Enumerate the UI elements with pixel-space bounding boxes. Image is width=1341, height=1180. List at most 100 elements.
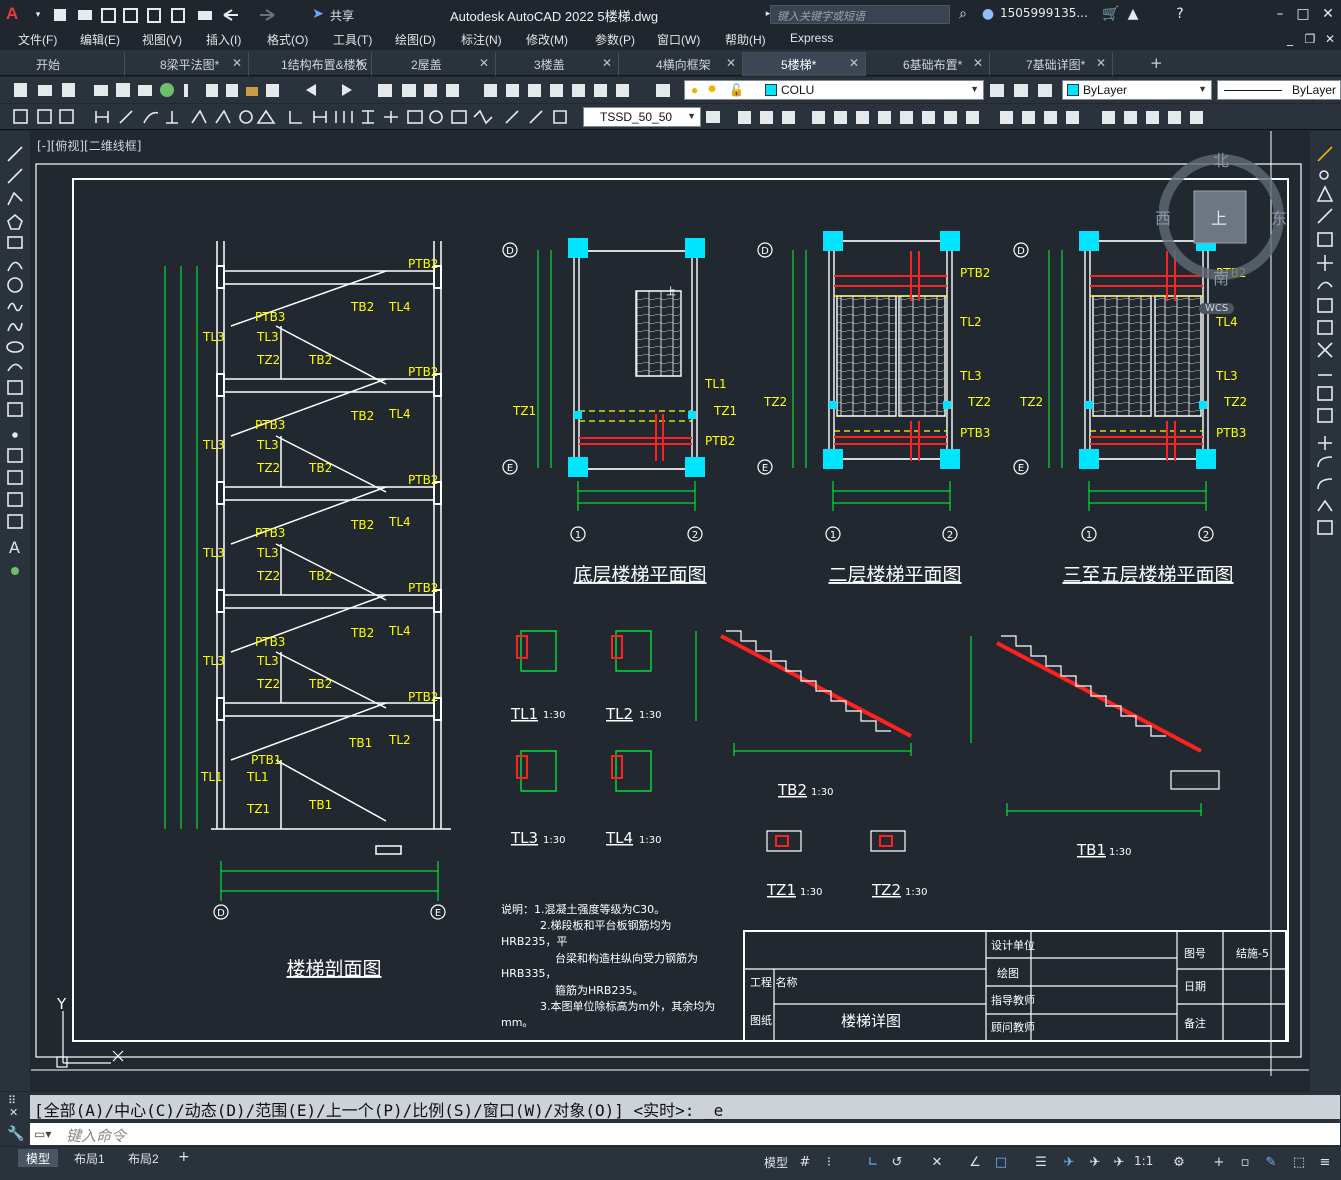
tab-4[interactable]: 4横向框架 ✕ — [620, 52, 743, 76]
menu-modify[interactable]: 修改(M) — [526, 31, 568, 48]
layout-tab-1[interactable]: 布局1 — [66, 1149, 113, 1167]
new-tab-button[interactable]: + — [1150, 54, 1163, 72]
tab-7[interactable]: 7基础详图* ✕ — [990, 52, 1113, 76]
share-button[interactable]: 共享 — [330, 7, 354, 24]
add-layout-button[interactable]: + — [178, 1149, 190, 1165]
menu-window[interactable]: 窗口(W) — [657, 31, 700, 48]
standard-tool-icons[interactable] — [10, 81, 680, 99]
tab-1[interactable]: 1结构布置&楼板 ✕ — [249, 52, 372, 76]
close-icon[interactable]: ✕ — [1096, 56, 1106, 70]
gear-icon[interactable]: ⚙ — [1170, 1155, 1188, 1171]
viewcube-top[interactable]: 上 — [1211, 205, 1227, 229]
jogged-linear-icon — [473, 109, 493, 125]
tab-6[interactable]: 6基础布置* ✕ — [867, 52, 990, 76]
layer-dropdown[interactable]: ● ✹ 🔓 COLU ▼ — [684, 80, 984, 100]
close-icon[interactable]: ✕ — [602, 56, 612, 70]
detail-name: TL4 — [605, 829, 633, 847]
minimize-icon[interactable]: – — [1272, 6, 1288, 22]
menu-tools[interactable]: 工具(T) — [333, 31, 372, 48]
close-icon[interactable]: ✕ — [973, 56, 983, 70]
model-space-button[interactable]: 模型 — [764, 1154, 788, 1171]
ortho-icon[interactable]: ∟ — [864, 1155, 882, 1171]
dimstyle-dropdown[interactable]: TSSD_50_50 ▼ — [583, 107, 701, 127]
help-icon[interactable]: ? — [1172, 6, 1188, 22]
tab-8[interactable]: 8梁平法图* ✕ — [126, 52, 249, 76]
osnap-icon[interactable]: □ — [992, 1155, 1010, 1171]
search-icon[interactable]: ⌕ — [955, 6, 971, 22]
snap-icon[interactable]: ⁝ — [820, 1155, 838, 1171]
close-icon[interactable]: ✕ — [9, 1106, 18, 1119]
tab-5-active[interactable]: 5楼梯* ✕ — [743, 52, 866, 76]
modify-side-icons[interactable] — [1310, 143, 1341, 543]
layer-tools[interactable] — [986, 82, 1058, 100]
clean-screen-icon[interactable]: ⬚ — [1290, 1155, 1308, 1171]
menu-insert[interactable]: 插入(I) — [206, 31, 241, 48]
close-icon[interactable]: ✕ — [355, 56, 365, 70]
tb-project-label: 工程 名称 — [750, 975, 798, 989]
menu-parametric[interactable]: 参数(P) — [595, 31, 635, 48]
layout-tab-model[interactable]: 模型 — [18, 1149, 59, 1167]
share-icon[interactable]: ➤ — [310, 6, 326, 22]
annotation-icon[interactable]: ✈ — [1110, 1155, 1128, 1171]
command-prompt-icon[interactable]: ▭▾ — [34, 1127, 51, 1141]
plus-icon[interactable]: + — [1210, 1155, 1228, 1171]
detail-scale: 1:30 — [905, 887, 927, 898]
menu-format[interactable]: 格式(O) — [267, 31, 308, 48]
notes: 说明：1.混凝土强度等级为C30。 2.梯段板和平台板钢筋均为 HRB235，平… — [501, 902, 715, 1029]
doc-minimize-icon[interactable]: _ — [1282, 31, 1298, 47]
annotation-visibility-icon[interactable]: ✈ — [1060, 1155, 1078, 1171]
detail-scale: 1:30 — [1109, 847, 1131, 858]
search-input[interactable]: 键入关键字或短语 — [770, 5, 950, 24]
menu-draw[interactable]: 绘图(D) — [395, 31, 436, 48]
wcs-menu[interactable]: WCS — [1199, 303, 1235, 314]
user-name[interactable]: 1505999135... — [1000, 6, 1088, 20]
maximize-icon[interactable]: □ — [1295, 6, 1311, 22]
annotation-autoscale-icon[interactable]: ✈ — [1086, 1155, 1104, 1171]
doc-close-icon[interactable]: ✕ — [1322, 31, 1338, 47]
tab-3[interactable]: 3楼盖 ✕ — [496, 52, 619, 76]
viewcube-north[interactable]: 北 — [1213, 147, 1229, 171]
close-icon[interactable]: ✕ — [479, 56, 489, 70]
polar-icon[interactable]: ↺ — [888, 1155, 906, 1171]
viewcube-east[interactable]: 东 — [1271, 205, 1287, 229]
tab-2[interactable]: 2屋盖 ✕ — [373, 52, 496, 76]
isodraft-icon[interactable]: ✕ — [928, 1155, 946, 1171]
menu-file[interactable]: 文件(F) — [18, 31, 57, 48]
tab-start[interactable]: 开始 — [2, 52, 125, 76]
menu-express[interactable]: Express — [790, 31, 833, 45]
hardware-accel-icon[interactable]: ✎ — [1262, 1155, 1280, 1171]
viewcube[interactable]: 北 西 东 南 上 WCS — [1155, 151, 1304, 314]
linetype-dropdown[interactable]: ByLayer — [1217, 80, 1341, 100]
close-icon[interactable]: ✕ — [232, 56, 242, 70]
grid-icon[interactable]: # — [796, 1155, 814, 1171]
lineweight-icon[interactable]: ☰ — [1032, 1155, 1050, 1171]
menu-dimension[interactable]: 标注(N) — [461, 31, 502, 48]
wrench-icon[interactable]: 🔧 — [7, 1126, 24, 1142]
draw-tool-icons[interactable]: A — [0, 139, 30, 589]
viewcube-west[interactable]: 西 — [1155, 205, 1171, 229]
menu-view[interactable]: 视图(V) — [142, 31, 182, 48]
color-dropdown[interactable]: ByLayer ▼ — [1062, 80, 1212, 100]
move-icon — [1317, 255, 1333, 271]
menu-edit[interactable]: 编辑(E) — [80, 31, 120, 48]
close-window-icon[interactable]: ✕ — [1320, 6, 1336, 22]
viewcube-south[interactable]: 南 — [1213, 265, 1229, 289]
cart-icon[interactable]: 🛒 — [1102, 6, 1119, 22]
close-icon[interactable]: ✕ — [726, 56, 736, 70]
osnap-tracking-icon[interactable]: ∠ — [966, 1155, 984, 1171]
autodesk-app-icon[interactable]: ▲ — [1125, 6, 1141, 22]
user-icon[interactable]: ● — [980, 6, 996, 22]
customize-icon[interactable]: ≡ — [1316, 1155, 1334, 1171]
command-input[interactable]: 键入命令 — [30, 1123, 1340, 1145]
tssd-tool-icons[interactable] — [10, 108, 580, 126]
chevron-down-icon[interactable]: ▾ — [30, 7, 46, 23]
close-icon[interactable]: ✕ — [849, 56, 859, 70]
modify-tool-icons[interactable] — [704, 108, 1224, 126]
layout-tab-2[interactable]: 布局2 — [120, 1149, 167, 1167]
column — [1085, 401, 1093, 409]
menu-help[interactable]: 帮助(H) — [725, 31, 766, 48]
annotation-scale[interactable]: 1:1 — [1134, 1154, 1153, 1168]
isolate-icon[interactable]: ▫ — [1236, 1155, 1254, 1171]
doc-restore-icon[interactable]: ❐ — [1302, 31, 1318, 47]
drawing-canvas[interactable]: [-][俯视][二维线框] PTB2 PTB3 TB2 TL4 TL3 TL3 … — [31, 131, 1309, 1090]
